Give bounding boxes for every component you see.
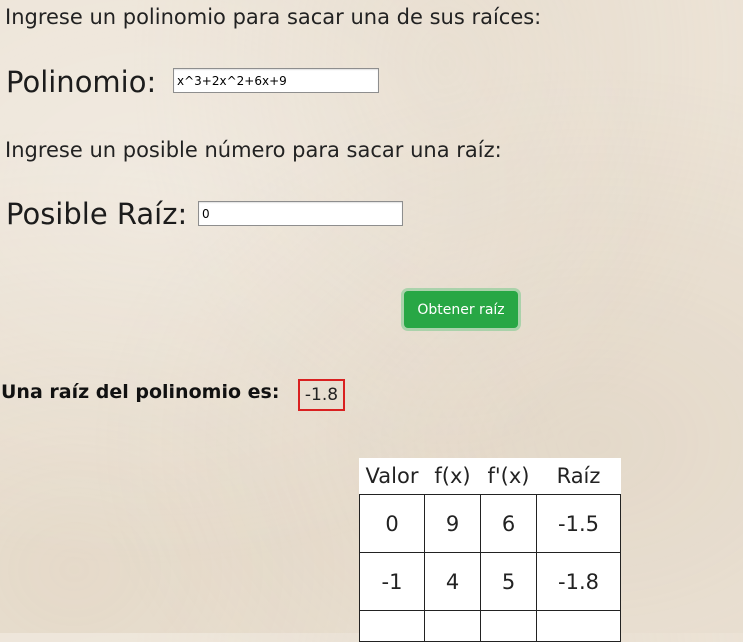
- polynomial-label: Polinomio:: [6, 65, 157, 99]
- table-cell: 4: [424, 552, 481, 611]
- results-table: Valor f(x) f'(x) Raíz 0 9 6 -1.5 -1 4 5 …: [359, 458, 621, 642]
- table-cell: [536, 610, 621, 642]
- result-value: -1.8: [298, 379, 345, 411]
- table-cell: 0: [359, 494, 425, 553]
- table-row: 0 9 6 -1.5: [359, 494, 621, 553]
- table-cell: [359, 610, 425, 642]
- table-cell: -1: [359, 552, 425, 611]
- table-cell: [424, 610, 481, 642]
- results-table-wrapper: Valor f(x) f'(x) Raíz 0 9 6 -1.5 -1 4 5 …: [359, 458, 621, 642]
- table-row: -1 4 5 -1.8: [359, 552, 621, 611]
- column-header-fpx: f'(x): [487, 464, 530, 488]
- root-instruction: Ingrese un posible número para sacar una…: [5, 138, 502, 162]
- table-cell: [480, 610, 537, 642]
- table-cell: 6: [480, 494, 537, 553]
- table-cell: -1.8: [536, 552, 621, 611]
- table-header-row: Valor f(x) f'(x) Raíz: [360, 458, 621, 495]
- table-cell: 5: [480, 552, 537, 611]
- table-cell: -1.5: [536, 494, 621, 553]
- polynomial-input[interactable]: [173, 68, 379, 93]
- get-root-button[interactable]: Obtener raíz: [404, 291, 518, 328]
- root-input[interactable]: [198, 201, 403, 226]
- column-header-value: Valor: [365, 464, 419, 488]
- table-row: [359, 610, 621, 642]
- table-cell: 9: [424, 494, 481, 553]
- result-label: Una raíz del polinomio es:: [1, 381, 280, 403]
- column-header-fx: f(x): [434, 464, 471, 488]
- polynomial-instruction: Ingrese un polinomio para sacar una de s…: [5, 5, 542, 29]
- root-label: Posible Raíz:: [6, 197, 188, 231]
- column-header-root: Raíz: [556, 464, 601, 488]
